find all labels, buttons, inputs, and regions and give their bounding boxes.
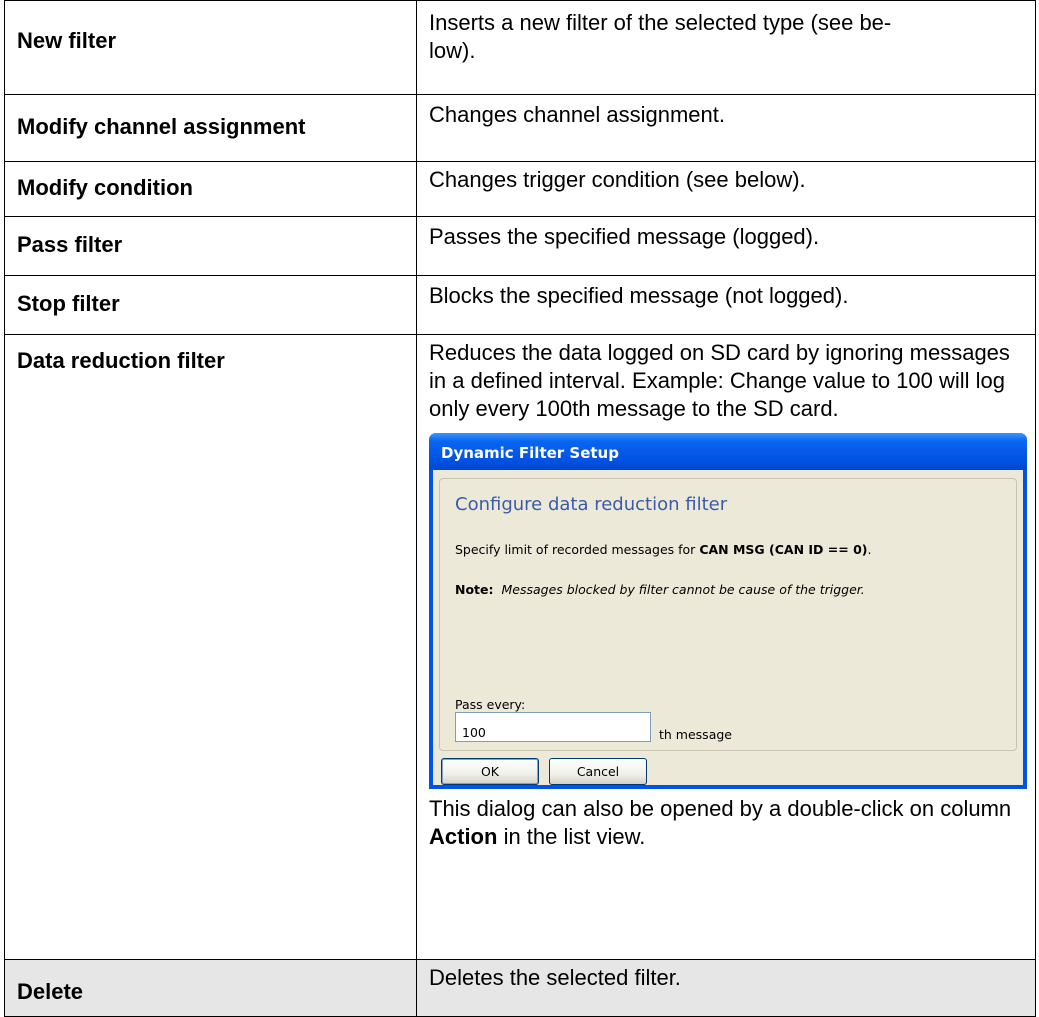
description-cell: Reduces the data logged on SD card by ig… <box>416 334 1036 960</box>
term-cell: Modify condition <box>4 161 417 217</box>
term-cell: Pass filter <box>4 216 417 276</box>
dialog-note: Note: Messages blocked by filter cannot … <box>455 576 865 604</box>
description-cell: Inserts a new filter of the selected typ… <box>416 0 1036 95</box>
dialog-hint-text: This dialog can also be opened by a doub… <box>429 795 1025 851</box>
description-cell: Blocks the specified message (not logged… <box>416 275 1036 335</box>
table-row: Modify channel assignment Changes channe… <box>4 94 1036 162</box>
table-row: New filter Inserts a new filter of the s… <box>4 0 1036 95</box>
description-cell: Changes channel assignment. <box>416 94 1036 162</box>
cancel-button[interactable]: Cancel <box>549 758 647 785</box>
table-row: Pass filter Passes the specified message… <box>4 216 1036 276</box>
message-suffix: . <box>867 542 872 557</box>
description-cell: Deletes the selected filter. <box>416 959 1036 1017</box>
note-text: Messages blocked by filter cannot be cau… <box>501 582 865 597</box>
hint-text-before: This dialog can also be opened by a doub… <box>429 796 1012 821</box>
dynamic-filter-setup-dialog: Dynamic Filter Setup Configure data redu… <box>429 433 1027 789</box>
table-row: Delete Deletes the selected filter. <box>4 959 1036 1017</box>
pass-every-suffix: th message <box>659 727 732 742</box>
ok-button[interactable]: OK <box>441 758 539 785</box>
description-cell: Changes trigger condition (see below). <box>416 161 1036 217</box>
hint-action-term: Action <box>429 824 498 849</box>
filter-actions-table: New filter Inserts a new filter of the s… <box>4 0 1036 1017</box>
term-cell: New filter <box>4 0 417 95</box>
pass-every-input[interactable]: 100 <box>455 712 651 742</box>
message-prefix: Specify limit of recorded messages for <box>455 542 700 557</box>
description-text: Inserts a new filter of the selected typ… <box>429 10 892 63</box>
description-text: Reduces the data logged on SD card by ig… <box>429 340 1010 421</box>
table-row: Data reduction filter Reduces the data l… <box>4 334 1036 960</box>
table-row: Modify condition Changes trigger conditi… <box>4 161 1036 217</box>
note-label: Note: <box>455 582 494 597</box>
dialog-message: Specify limit of recorded messages for C… <box>455 536 871 564</box>
message-target: CAN MSG (CAN ID == 0) <box>699 542 868 557</box>
description-cell: Passes the specified message (logged). <box>416 216 1036 276</box>
dialog-group-box: Configure data reduction filter Specify … <box>439 478 1017 751</box>
dialog-title: Dynamic Filter Setup <box>429 433 1027 470</box>
term-cell: Data reduction filter <box>4 334 417 960</box>
term-cell: Delete <box>4 959 417 1017</box>
hint-text-after: in the list view. <box>497 824 646 849</box>
dialog-client-area: Configure data reduction filter Specify … <box>433 470 1023 785</box>
term-cell: Stop filter <box>4 275 417 335</box>
term-cell: Modify channel assignment <box>4 94 417 162</box>
table-row: Stop filter Blocks the specified message… <box>4 275 1036 335</box>
dialog-heading: Configure data reduction filter <box>455 494 728 515</box>
